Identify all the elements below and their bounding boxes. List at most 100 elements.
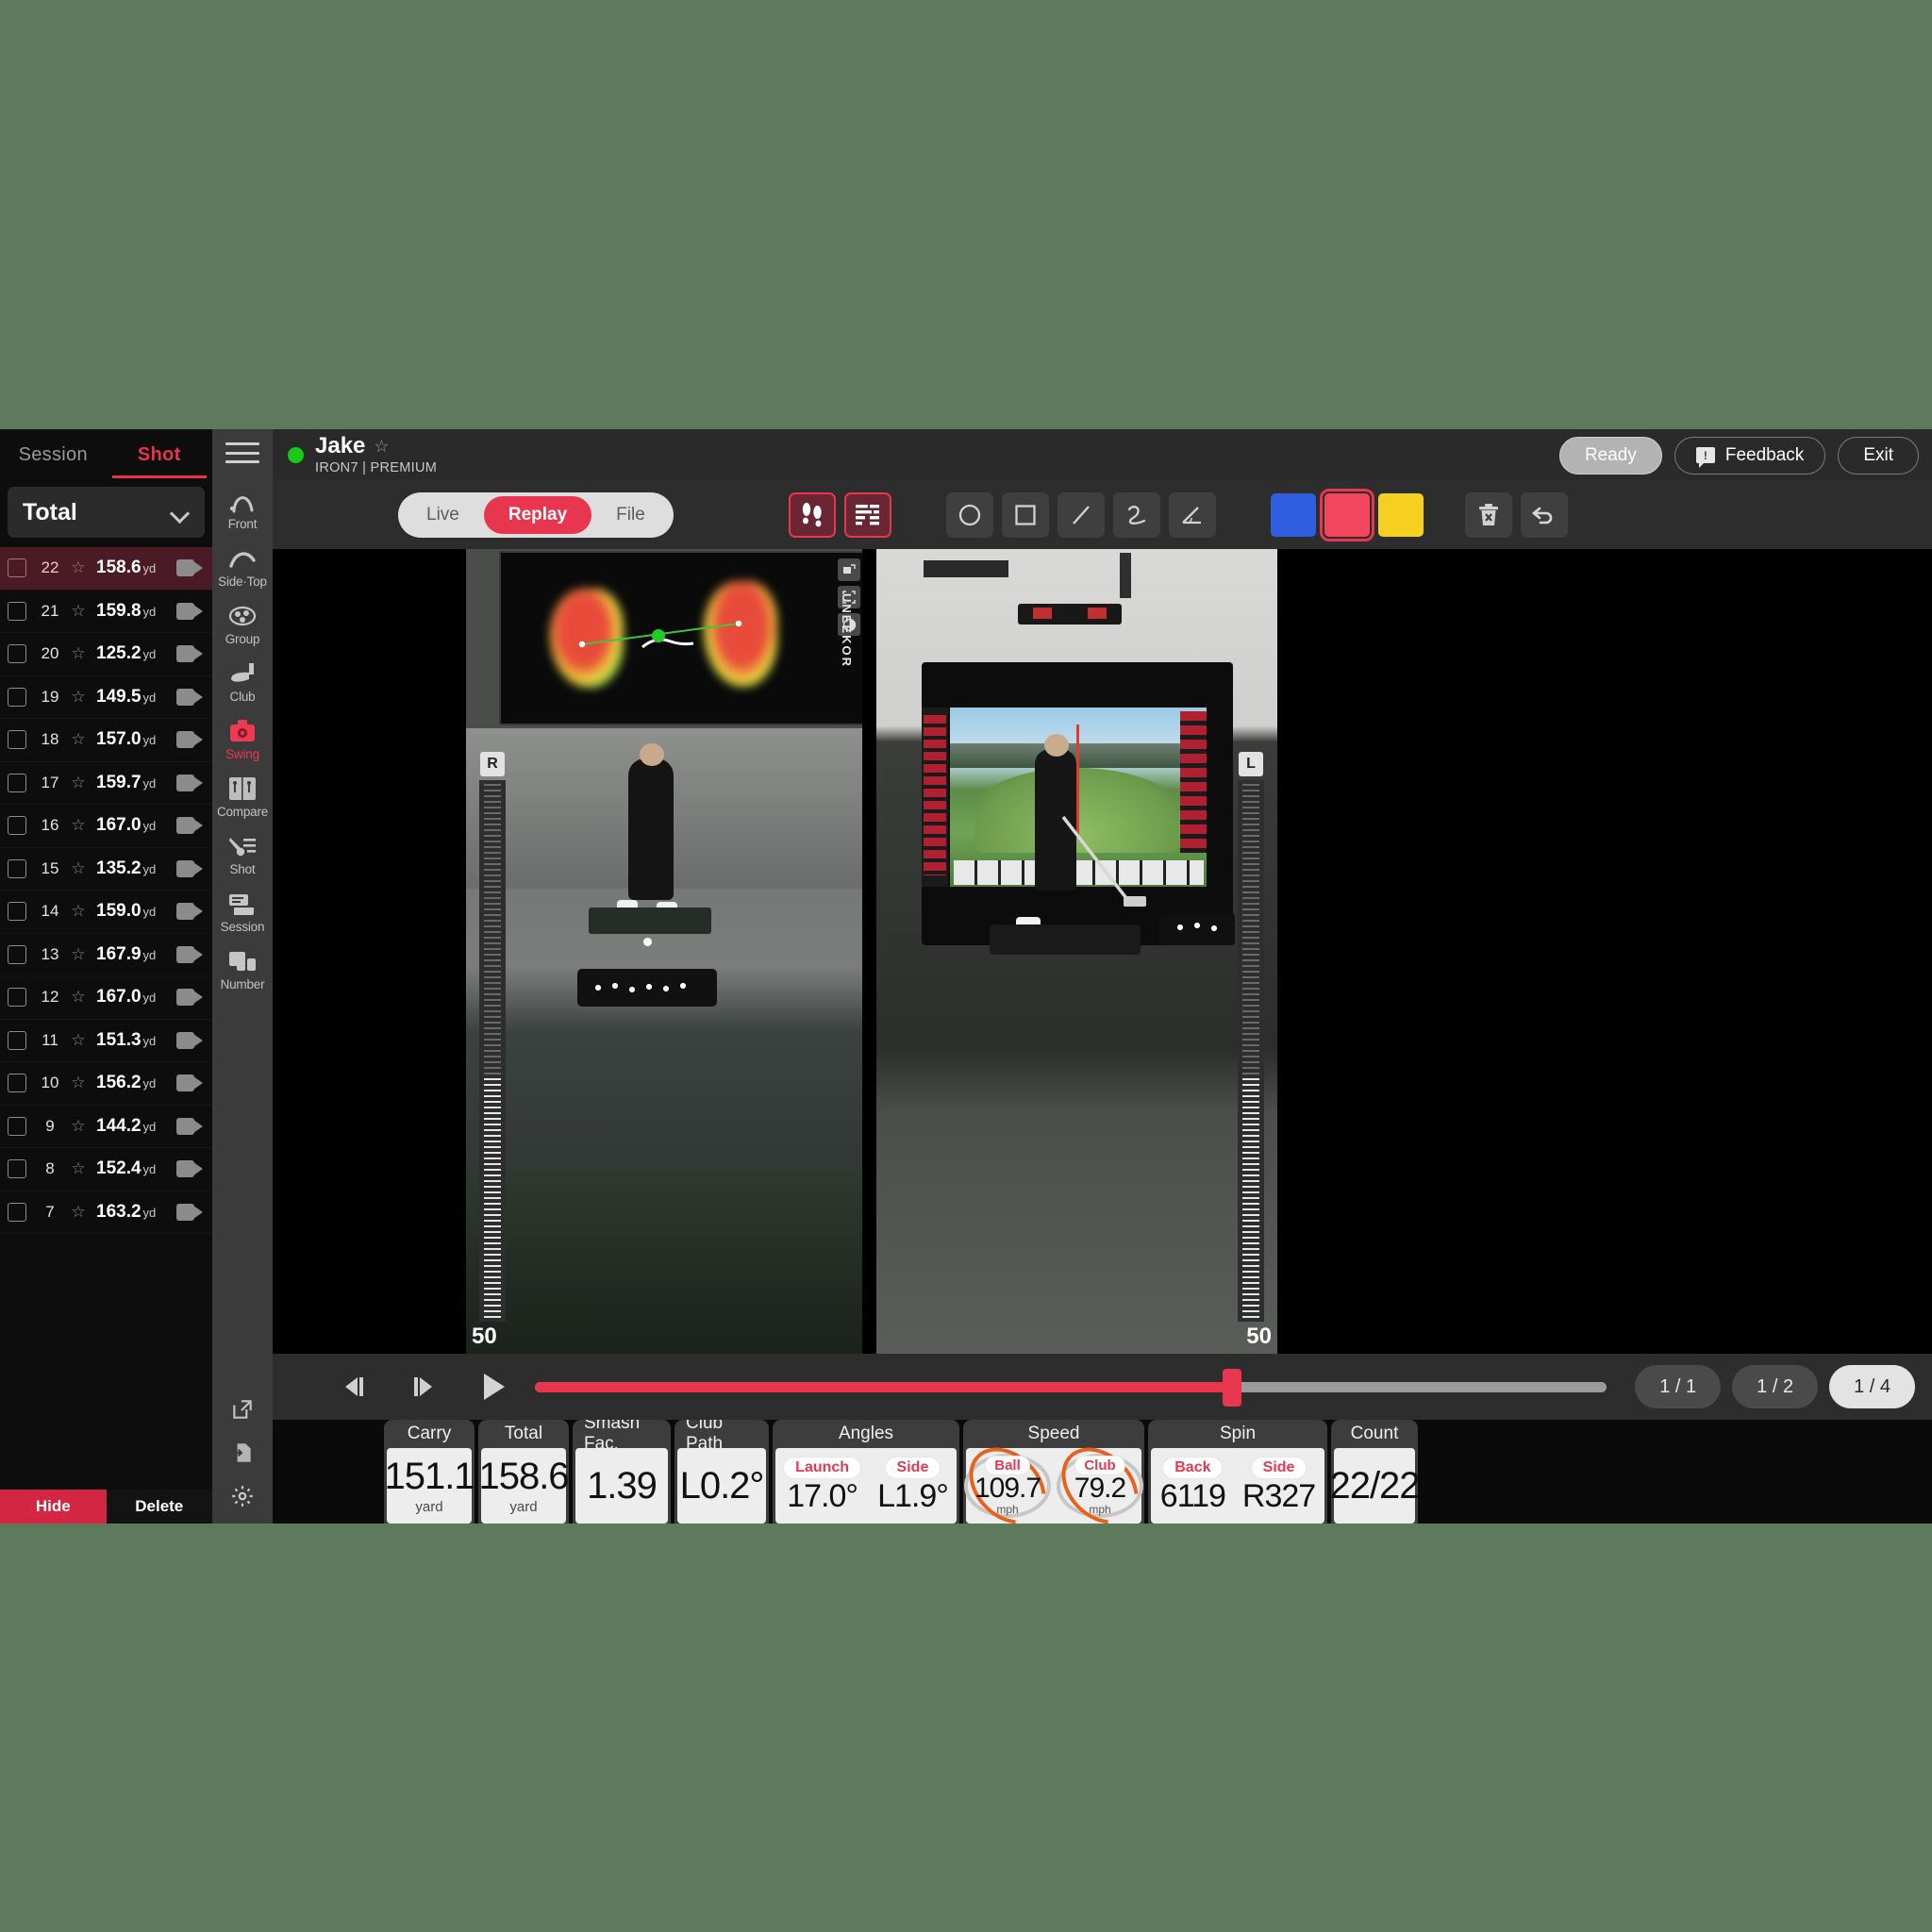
- table-row[interactable]: 20 ☆ 125.2 yd: [0, 633, 212, 676]
- gear-icon[interactable]: [226, 1482, 258, 1510]
- sidebar-item-group[interactable]: Group: [212, 595, 273, 653]
- row-checkbox[interactable]: [8, 988, 26, 1008]
- table-row[interactable]: 7 ☆ 163.2 yd: [0, 1191, 212, 1234]
- video-camera-icon[interactable]: [176, 1160, 203, 1178]
- row-checkbox[interactable]: [8, 1116, 26, 1136]
- sidebar-item-club[interactable]: Club: [212, 653, 273, 710]
- down-the-line-video[interactable]: L 50: [876, 549, 1277, 1354]
- yellow-swatch[interactable]: [1377, 493, 1424, 537]
- row-checkbox[interactable]: [8, 1159, 26, 1179]
- video-camera-icon[interactable]: [176, 1031, 203, 1049]
- row-checkbox[interactable]: [8, 858, 26, 878]
- star-outline-icon[interactable]: ☆: [68, 816, 89, 835]
- hide-button[interactable]: Hide: [0, 1490, 107, 1524]
- undo-icon[interactable]: [1520, 492, 1568, 538]
- sidebar-item-number[interactable]: Number: [212, 941, 273, 998]
- red-swatch[interactable]: [1319, 489, 1374, 541]
- table-row[interactable]: 11 ☆ 151.3 yd: [0, 1020, 212, 1062]
- video-camera-icon[interactable]: [176, 1203, 203, 1221]
- star-outline-icon[interactable]: ☆: [68, 602, 89, 621]
- sidebar-item-swing[interactable]: Swing: [212, 710, 273, 768]
- status-badge[interactable]: Ready: [1558, 436, 1662, 475]
- video-camera-icon[interactable]: [176, 945, 203, 963]
- sidebar-item-shot[interactable]: Shot: [212, 825, 273, 883]
- star-outline-icon[interactable]: ☆: [68, 1074, 89, 1092]
- row-checkbox[interactable]: [8, 644, 26, 664]
- star-outline-icon[interactable]: ☆: [68, 774, 89, 792]
- freehand-tool-icon[interactable]: [1112, 492, 1160, 538]
- star-outline-icon[interactable]: ☆: [68, 859, 89, 878]
- table-row[interactable]: 18 ☆ 157.0 yd: [0, 719, 212, 762]
- row-checkbox[interactable]: [8, 1030, 26, 1050]
- picture-in-picture-icon[interactable]: [838, 558, 860, 581]
- video-camera-icon[interactable]: [176, 1117, 203, 1135]
- delete-all-icon[interactable]: [1464, 492, 1512, 538]
- video-camera-icon[interactable]: [176, 559, 203, 577]
- star-outline-icon[interactable]: ☆: [68, 945, 89, 964]
- row-checkbox[interactable]: [8, 944, 26, 964]
- star-outline-icon[interactable]: ☆: [68, 1031, 89, 1050]
- external-link-icon[interactable]: [226, 1395, 258, 1424]
- sidebar-item-side-top[interactable]: Side·Top: [212, 538, 273, 595]
- table-row[interactable]: 15 ☆ 135.2 yd: [0, 848, 212, 891]
- star-outline-icon[interactable]: ☆: [68, 558, 89, 577]
- table-row[interactable]: 21 ☆ 159.8 yd: [0, 591, 212, 633]
- feedback-button[interactable]: ! Feedback: [1674, 436, 1826, 475]
- star-outline-icon[interactable]: ☆: [68, 1117, 89, 1136]
- video-camera-icon[interactable]: [176, 731, 203, 749]
- square-tool-icon[interactable]: [1001, 492, 1049, 538]
- angle-tool-icon[interactable]: [1168, 492, 1216, 538]
- row-checkbox[interactable]: [8, 730, 26, 750]
- star-outline-icon[interactable]: ☆: [68, 644, 89, 663]
- playback-scrubber[interactable]: [535, 1368, 1607, 1407]
- mode-live[interactable]: Live: [402, 496, 484, 534]
- table-row[interactable]: 8 ☆ 152.4 yd: [0, 1148, 212, 1191]
- shot-filter-dropdown[interactable]: Total: [8, 487, 205, 538]
- mode-replay[interactable]: Replay: [483, 496, 592, 534]
- table-row[interactable]: 13 ☆ 167.9 yd: [0, 934, 212, 976]
- pressure-bars-icon[interactable]: [843, 492, 891, 538]
- row-checkbox[interactable]: [8, 773, 26, 792]
- row-checkbox[interactable]: [8, 1074, 26, 1093]
- video-camera-icon[interactable]: [176, 602, 203, 620]
- mode-file[interactable]: File: [591, 496, 670, 534]
- star-outline-icon[interactable]: ☆: [68, 1203, 89, 1222]
- star-outline-icon[interactable]: ☆: [68, 902, 89, 921]
- row-checkbox[interactable]: [8, 558, 26, 578]
- export-file-icon[interactable]: [226, 1439, 258, 1467]
- row-checkbox[interactable]: [8, 687, 26, 707]
- table-row[interactable]: 16 ☆ 167.0 yd: [0, 805, 212, 848]
- pressure-heatmap-overlay[interactable]: UNEEKOR: [499, 551, 862, 725]
- sidebar-item-session[interactable]: Session: [212, 883, 273, 941]
- sidebar-item-front[interactable]: Front: [212, 480, 273, 538]
- table-row[interactable]: 19 ☆ 149.5 yd: [0, 676, 212, 719]
- speed-1-2[interactable]: 1 / 2: [1732, 1365, 1819, 1408]
- speed-1-4[interactable]: 1 / 4: [1829, 1365, 1915, 1408]
- footprints-icon[interactable]: [788, 492, 836, 538]
- star-outline-icon[interactable]: ☆: [68, 988, 89, 1007]
- line-tool-icon[interactable]: [1057, 492, 1105, 538]
- step-back-icon[interactable]: [329, 1362, 378, 1411]
- table-row[interactable]: 17 ☆ 159.7 yd: [0, 762, 212, 805]
- hamburger-icon[interactable]: [225, 439, 259, 467]
- video-camera-icon[interactable]: [176, 688, 203, 706]
- video-camera-icon[interactable]: [176, 774, 203, 791]
- table-row[interactable]: 10 ☆ 156.2 yd: [0, 1062, 212, 1106]
- row-checkbox[interactable]: [8, 601, 26, 621]
- tab-shot[interactable]: Shot: [107, 429, 213, 481]
- video-camera-icon[interactable]: [176, 817, 203, 835]
- video-camera-icon[interactable]: [176, 859, 203, 877]
- table-row[interactable]: 9 ☆ 144.2 yd: [0, 1106, 212, 1148]
- video-camera-icon[interactable]: [176, 903, 203, 921]
- play-icon[interactable]: [469, 1362, 518, 1411]
- step-forward-icon[interactable]: [399, 1362, 448, 1411]
- exit-button[interactable]: Exit: [1838, 436, 1919, 475]
- front-view-video[interactable]: UNEEKOR R 50: [466, 549, 862, 1354]
- blue-swatch[interactable]: [1270, 493, 1316, 537]
- video-camera-icon[interactable]: [176, 1074, 203, 1092]
- star-outline-icon[interactable]: ☆: [374, 437, 389, 457]
- table-row[interactable]: 12 ☆ 167.0 yd: [0, 976, 212, 1020]
- circle-tool-icon[interactable]: [945, 492, 993, 538]
- table-row[interactable]: 22 ☆ 158.6 yd: [0, 547, 212, 591]
- row-checkbox[interactable]: [8, 816, 26, 836]
